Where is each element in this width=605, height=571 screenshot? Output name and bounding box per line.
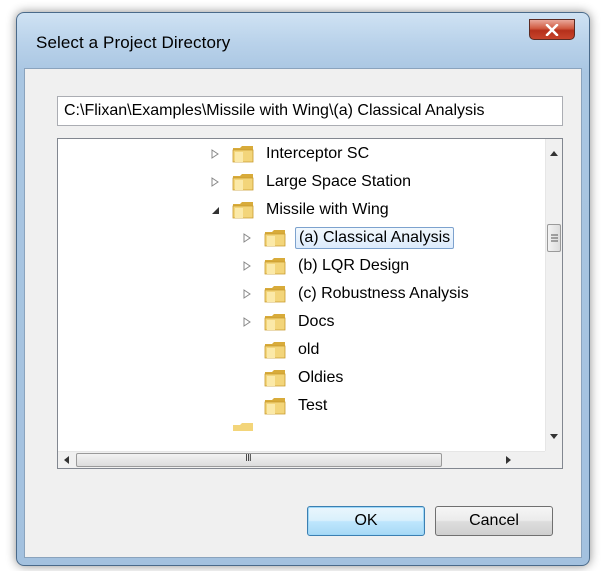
tree-item-label: (b) LQR Design xyxy=(298,257,410,274)
ok-button[interactable]: OK xyxy=(307,506,425,536)
folder-icon xyxy=(232,202,254,219)
grip-icon xyxy=(551,234,558,242)
horizontal-scrollbar[interactable]: III xyxy=(58,451,546,468)
scroll-down-arrow-icon[interactable] xyxy=(550,434,558,439)
tree-item-label: Large Space Station xyxy=(266,173,411,190)
expander-collapsed-icon[interactable] xyxy=(240,315,254,329)
folder-icon xyxy=(264,258,286,275)
folder-tree[interactable]: Interceptor SC Large Space Station Missi… xyxy=(57,138,563,469)
tree-item-robustness-analysis[interactable]: (c) Robustness Analysis xyxy=(240,280,472,308)
folder-icon xyxy=(264,230,286,247)
tree-item-label: Missile with Wing xyxy=(266,201,389,218)
folder-icon xyxy=(264,314,286,331)
tree-item-classical-analysis[interactable]: (a) Classical Analysis xyxy=(240,224,455,252)
close-icon xyxy=(545,23,559,36)
cancel-button[interactable]: Cancel xyxy=(435,506,553,536)
tree-item-label: Oldies xyxy=(298,369,344,386)
tree-item-label: Test xyxy=(298,397,328,414)
tree-item-docs[interactable]: Docs xyxy=(240,308,337,336)
vertical-scrollbar[interactable] xyxy=(545,139,562,451)
folder-icon xyxy=(232,146,254,163)
folder-icon xyxy=(264,370,286,387)
expander-collapsed-icon[interactable] xyxy=(240,259,254,273)
tree-item-missile-with-wing[interactable]: Missile with Wing xyxy=(208,196,392,224)
vertical-scroll-thumb[interactable] xyxy=(547,224,561,252)
scrollbar-corner xyxy=(545,451,562,468)
folder-icon xyxy=(233,423,253,431)
folder-icon xyxy=(264,286,286,303)
tree-item-label: Interceptor SC xyxy=(266,145,370,162)
tree-item-large-space-station[interactable]: Large Space Station xyxy=(208,168,414,196)
folder-icon xyxy=(264,342,286,359)
dialog-client-area: C:\Flixan\Examples\Missile with Wing\(a)… xyxy=(24,68,582,558)
expander-expanded-icon[interactable] xyxy=(208,203,222,217)
expander-collapsed-icon[interactable] xyxy=(208,147,222,161)
scroll-up-arrow-icon[interactable] xyxy=(550,151,558,156)
folder-icon xyxy=(232,174,254,191)
expander-collapsed-icon[interactable] xyxy=(240,287,254,301)
tree-item-lqr-design[interactable]: (b) LQR Design xyxy=(240,252,412,280)
path-input[interactable]: C:\Flixan\Examples\Missile with Wing\(a)… xyxy=(57,96,563,126)
dialog-title: Select a Project Directory xyxy=(36,33,231,52)
tree-item-old[interactable]: old xyxy=(264,336,322,364)
horizontal-scroll-thumb[interactable]: III xyxy=(76,453,442,467)
grip-glyph: III xyxy=(245,453,252,464)
tree-item-test[interactable]: Test xyxy=(264,392,330,420)
scroll-right-arrow-icon[interactable] xyxy=(506,456,511,464)
tree-item-label: (a) Classical Analysis xyxy=(295,227,455,249)
close-button[interactable] xyxy=(529,19,575,40)
tree-item-label: old xyxy=(298,341,320,358)
dialog-window: Select a Project Directory C:\Flixan\Exa… xyxy=(16,12,590,566)
tree-item-label: Docs xyxy=(298,313,335,330)
tree-item-oldies[interactable]: Oldies xyxy=(264,364,346,392)
tree-item-label: (c) Robustness Analysis xyxy=(298,285,469,302)
scroll-left-arrow-icon[interactable] xyxy=(64,456,69,464)
folder-icon xyxy=(264,398,286,415)
expander-collapsed-icon[interactable] xyxy=(208,175,222,189)
tree-item-interceptor-sc[interactable]: Interceptor SC xyxy=(208,140,372,168)
expander-collapsed-icon[interactable] xyxy=(240,231,254,245)
